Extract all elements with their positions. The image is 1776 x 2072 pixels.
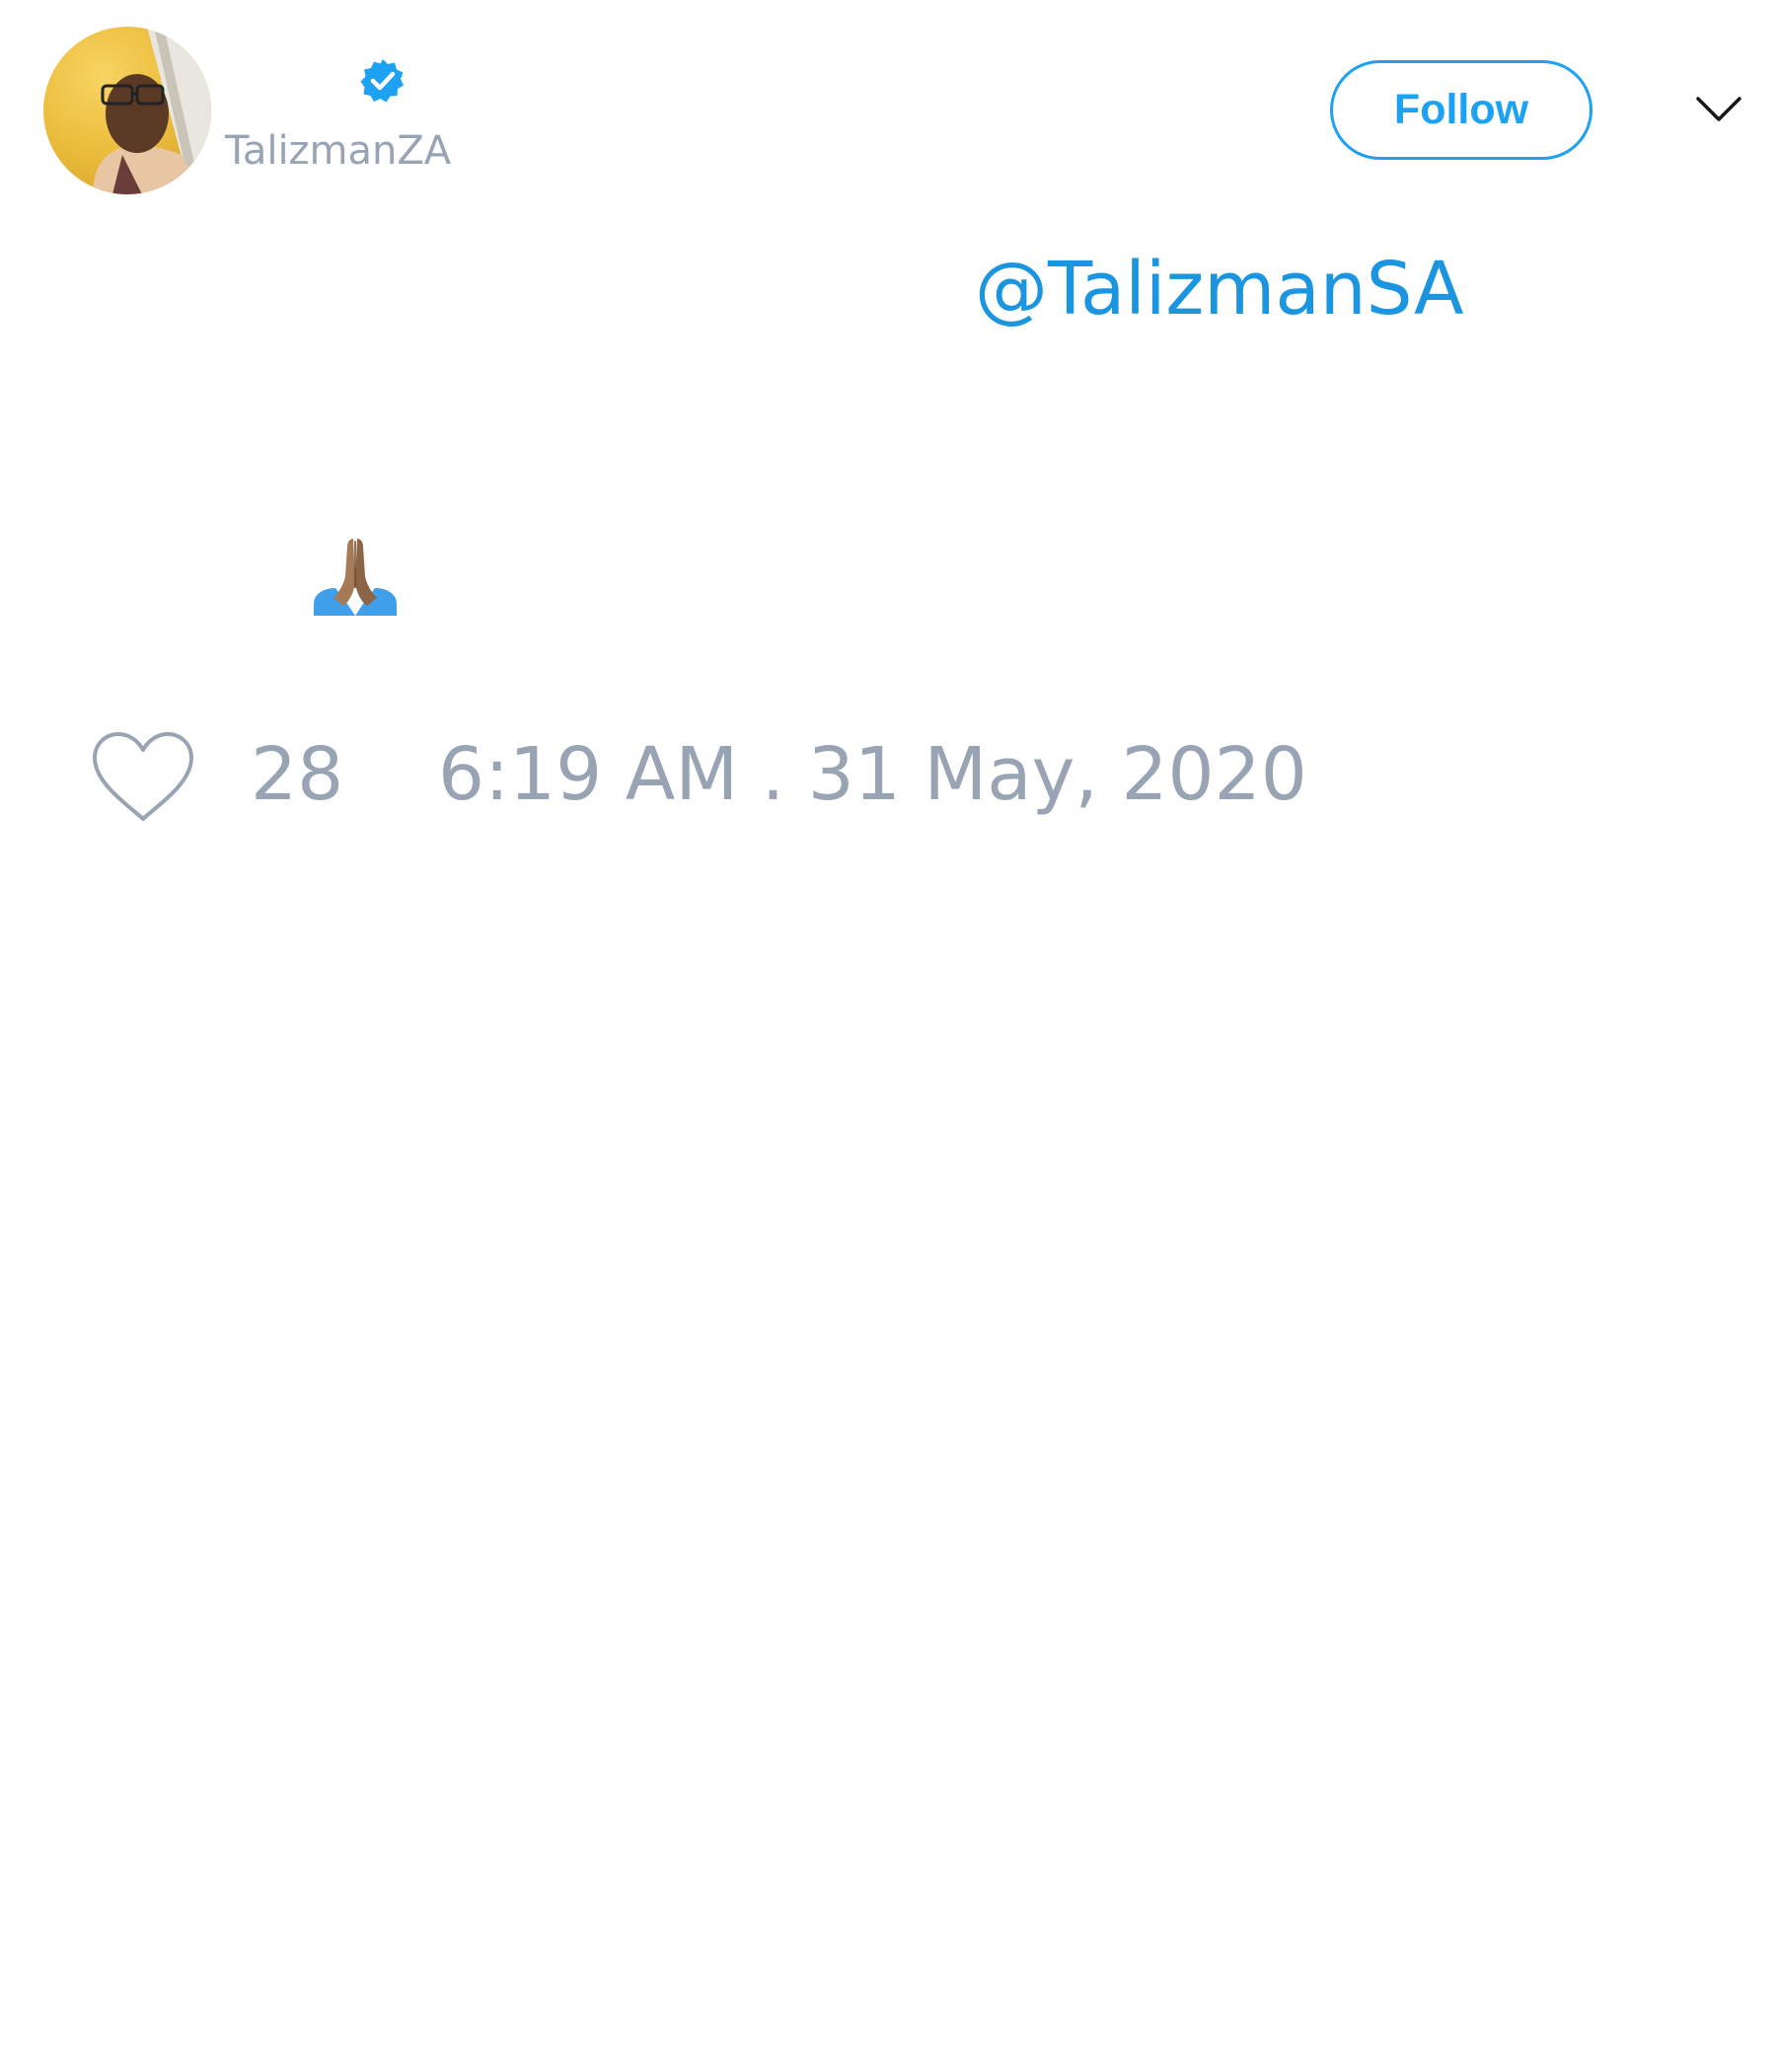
like-count: 28 [251, 732, 344, 817]
mention-link[interactable]: @TalizmanSA [975, 247, 1464, 332]
avatar[interactable] [43, 27, 211, 194]
author-handle[interactable]: TalizmanZA [225, 128, 451, 174]
chevron-down-icon[interactable] [1695, 95, 1742, 124]
folded-hands-emoji-icon [314, 533, 397, 616]
tweet-timestamp[interactable]: 6:19 AM . 31 May, 2020 [438, 732, 1307, 817]
tweet-card: TalizmanZA Follow @TalizmanSA 28 6:19 AM… [0, 0, 1776, 2072]
avatar-photo [43, 27, 211, 194]
verified-badge-icon [359, 57, 407, 105]
heart-icon[interactable] [89, 728, 197, 827]
follow-button[interactable]: Follow [1330, 60, 1592, 160]
